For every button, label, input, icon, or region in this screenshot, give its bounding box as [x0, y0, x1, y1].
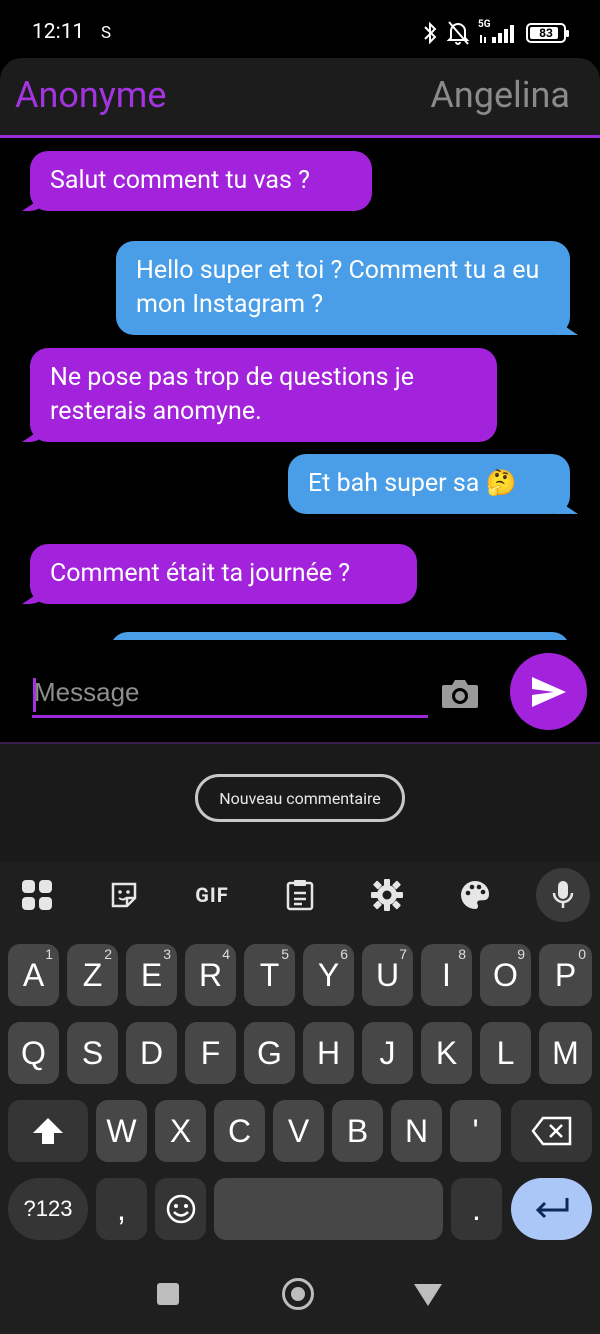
- recipient-name[interactable]: Angelina: [430, 74, 570, 116]
- home-button[interactable]: [282, 1278, 314, 1310]
- enter-key[interactable]: [511, 1178, 592, 1240]
- key-g[interactable]: G: [244, 1022, 295, 1084]
- message-list[interactable]: Salut comment tu vas ? Hello super et to…: [0, 138, 600, 640]
- chat-header: Anonyme Angelina: [0, 58, 600, 138]
- message-input[interactable]: [32, 670, 428, 718]
- palette-icon[interactable]: [448, 866, 502, 924]
- sender-name[interactable]: Anonyme: [15, 74, 166, 116]
- status-extra: S: [101, 23, 112, 43]
- enter-icon: [535, 1198, 568, 1219]
- send-icon: [531, 676, 566, 707]
- key-apostrophe[interactable]: ': [450, 1100, 501, 1162]
- key-u[interactable]: U7: [362, 944, 413, 1006]
- key-a[interactable]: A1: [8, 944, 59, 1006]
- signal-icon: 5G: [478, 19, 518, 45]
- backspace-key[interactable]: [511, 1100, 592, 1162]
- key-d[interactable]: D: [126, 1022, 177, 1084]
- key-t[interactable]: T5: [244, 944, 295, 1006]
- key-z[interactable]: Z2: [67, 944, 118, 1006]
- key-p[interactable]: P0: [539, 944, 592, 1006]
- status-bar: 12:11 S 5G 83: [0, 0, 600, 60]
- space-key[interactable]: [214, 1178, 443, 1240]
- voice-input-button[interactable]: [536, 868, 590, 922]
- status-time: 12:11: [32, 20, 85, 44]
- key-f[interactable]: F: [185, 1022, 236, 1084]
- emoji-key[interactable]: [155, 1178, 206, 1240]
- key-s[interactable]: S: [67, 1022, 118, 1084]
- back-button[interactable]: [414, 1284, 442, 1306]
- camera-icon[interactable]: [440, 676, 480, 710]
- gear-icon[interactable]: [360, 866, 414, 924]
- key-e[interactable]: E3: [126, 944, 177, 1006]
- key-k[interactable]: K: [421, 1022, 472, 1084]
- message-bubble-incoming: Salut comment tu vas ?: [30, 151, 372, 211]
- key-i[interactable]: I8: [421, 944, 472, 1006]
- battery-level: 83: [539, 26, 553, 40]
- key-q[interactable]: Q: [8, 1022, 59, 1084]
- shift-key[interactable]: [8, 1100, 88, 1162]
- send-button[interactable]: [510, 653, 587, 730]
- backspace-icon: [530, 1116, 571, 1146]
- key-w[interactable]: W: [96, 1100, 147, 1162]
- battery-icon: 83: [526, 23, 569, 43]
- mic-icon: [552, 881, 574, 908]
- bell-muted-icon: [446, 21, 470, 45]
- key-v[interactable]: V: [273, 1100, 324, 1162]
- gif-button[interactable]: GIF: [185, 866, 239, 924]
- symbols-key[interactable]: ?123: [8, 1178, 88, 1240]
- apps-icon[interactable]: [10, 866, 64, 924]
- clipboard-icon[interactable]: [273, 866, 327, 924]
- key-o[interactable]: O9: [480, 944, 531, 1006]
- bluetooth-icon: [424, 21, 437, 45]
- key-j[interactable]: J: [362, 1022, 413, 1084]
- key-r[interactable]: R4: [185, 944, 236, 1006]
- key-n[interactable]: N: [391, 1100, 442, 1162]
- key-b[interactable]: B: [332, 1100, 383, 1162]
- text-caret: [33, 678, 36, 712]
- status-icons: 5G 83: [422, 18, 569, 48]
- recents-button[interactable]: [157, 1283, 179, 1305]
- key-l[interactable]: L: [480, 1022, 531, 1084]
- key-m[interactable]: M: [539, 1022, 592, 1084]
- key-c[interactable]: C: [214, 1100, 265, 1162]
- sticker-icon[interactable]: [97, 866, 151, 924]
- message-bubble-incoming: Comment était ta journée ?: [30, 544, 417, 604]
- message-bubble-incoming: Ne pose pas trop de questions je restera…: [30, 348, 497, 442]
- new-comment-chip[interactable]: Nouveau commentaire: [195, 774, 405, 822]
- message-bubble-outgoing-partial: [110, 632, 570, 640]
- emoji-icon: [166, 1194, 195, 1224]
- period-key[interactable]: .: [451, 1178, 502, 1240]
- comma-key[interactable]: ,: [96, 1178, 147, 1240]
- message-bubble-outgoing: Hello super et toi ? Comment tu a eu mon…: [116, 241, 570, 335]
- shift-icon: [33, 1118, 63, 1144]
- message-bubble-outgoing: Et bah super sa 🤔: [288, 454, 570, 514]
- key-h[interactable]: H: [303, 1022, 354, 1084]
- key-x[interactable]: X: [155, 1100, 206, 1162]
- key-y[interactable]: Y6: [303, 944, 354, 1006]
